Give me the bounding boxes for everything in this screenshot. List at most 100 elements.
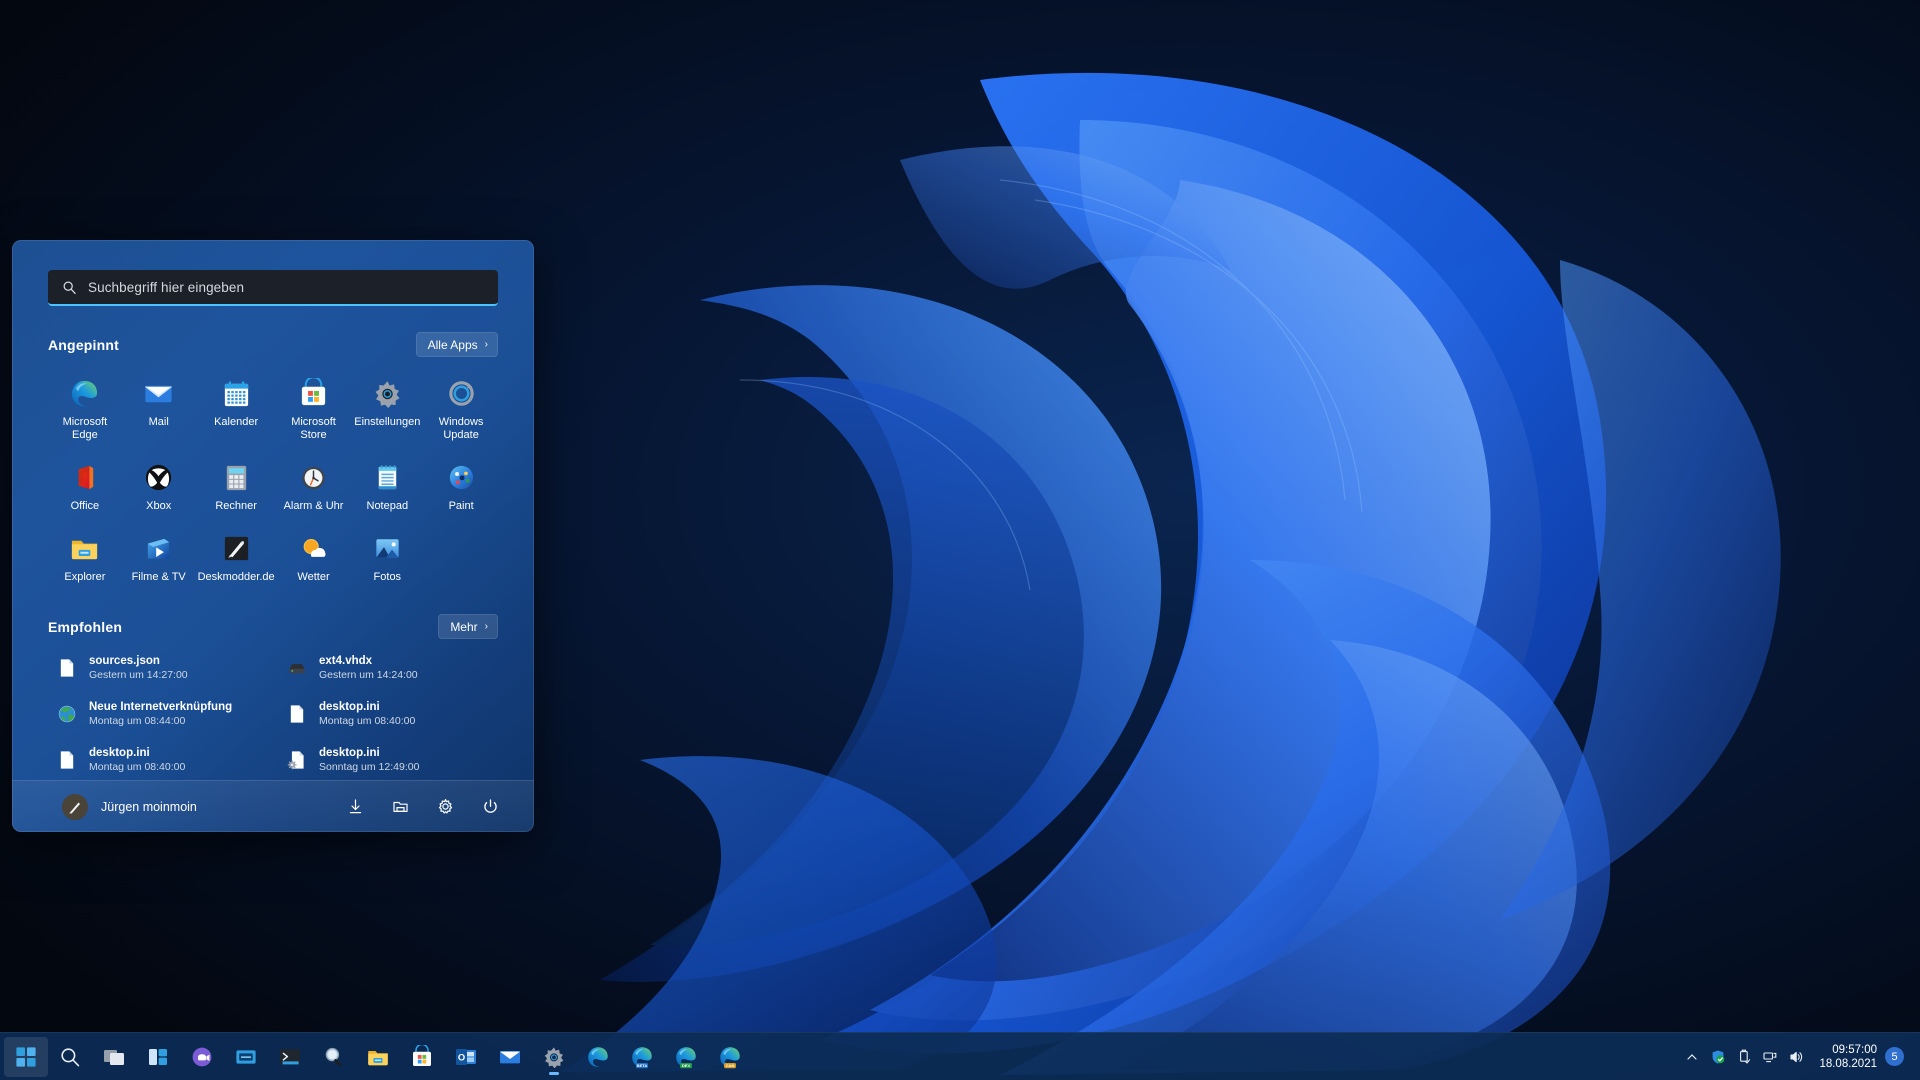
pinned-app-label: Windows Update <box>438 416 484 441</box>
folder-icon <box>69 533 100 564</box>
search-placeholder: Suchbegriff hier eingeben <box>88 279 245 295</box>
start-menu-body: Angepinnt Alle Apps › Microsoft Edge Mail… <box>12 306 534 780</box>
recommended-item-time: Gestern um 14:27:00 <box>89 669 188 681</box>
taskbar-microsoft-store-button[interactable] <box>400 1037 444 1077</box>
taskbar-task-view-button[interactable] <box>92 1037 136 1077</box>
recommended-item-time: Montag um 08:44:00 <box>89 715 186 727</box>
clock-time: 09:57:00 <box>1832 1043 1877 1056</box>
outlook-icon: O <box>454 1045 478 1069</box>
recommended-list: sources.json Gestern um 14:27:00 ext4.vhdx… <box>48 649 498 779</box>
windows-terminal-icon <box>278 1045 302 1069</box>
pinned-app-label: Wetter <box>297 571 330 583</box>
taskbar-edge-canary-button[interactable]: CAN <box>708 1037 752 1077</box>
taskbar-edge-dev-button[interactable]: DEV <box>664 1037 708 1077</box>
taskbar-teams-chat-button[interactable] <box>180 1037 224 1077</box>
pinned-app-microsoft-store[interactable]: Microsoft Store <box>277 371 351 448</box>
xbox-icon <box>143 462 174 493</box>
file-explorer-icon <box>366 1045 390 1069</box>
usb-eject-icon[interactable] <box>1731 1037 1757 1077</box>
chevron-right-icon: › <box>484 339 488 350</box>
notification-badge[interactable]: 5 <box>1885 1047 1904 1066</box>
user-name: Jürgen moinmoin <box>101 799 197 814</box>
svg-text:CAN: CAN <box>726 1063 735 1068</box>
taskbar-search-button[interactable] <box>48 1037 92 1077</box>
photos-icon <box>372 533 403 564</box>
pinned-app-einstellungen[interactable]: Einstellungen <box>350 371 424 448</box>
search-input[interactable]: Suchbegriff hier eingeben <box>48 270 498 306</box>
start-menu[interactable]: Suchbegriff hier eingeben Angepinnt Alle… <box>12 240 534 832</box>
recommended-item[interactable]: ext4.vhdx Gestern um 14:24:00 <box>278 649 498 687</box>
recommended-item-time: Montag um 08:40:00 <box>89 761 186 773</box>
taskbar-widgets-button[interactable] <box>136 1037 180 1077</box>
system-tray: 09:57:00 18.08.2021 5 <box>1679 1037 1920 1077</box>
taskbar-settings-gear-button[interactable] <box>532 1037 576 1077</box>
defender-shield-icon[interactable] <box>1705 1037 1731 1077</box>
edge-beta-icon: BETA <box>630 1045 654 1069</box>
pinned-app-notepad[interactable]: Notepad <box>350 455 424 519</box>
recommended-item[interactable]: desktop.ini Sonntag um 12:49:00 <box>278 741 498 779</box>
pinned-app-wetter[interactable]: Wetter <box>277 526 351 590</box>
pinned-app-kalender[interactable]: Kalender <box>196 371 277 448</box>
chevron-right-icon: › <box>484 621 488 632</box>
pinned-app-fotos[interactable]: Fotos <box>350 526 424 590</box>
paint-icon <box>446 462 477 493</box>
recommended-item[interactable]: sources.json Gestern um 14:27:00 <box>48 649 268 687</box>
pinned-app-label: Einstellungen <box>354 416 421 428</box>
volume-icon[interactable] <box>1783 1037 1809 1077</box>
taskbar-clock[interactable]: 09:57:00 18.08.2021 <box>1809 1043 1885 1071</box>
pinned-apps-grid: Microsoft Edge Mail Kalender Microsoft Stor… <box>48 371 498 590</box>
office-icon <box>69 462 100 493</box>
pinned-app-label: Filme & TV <box>131 571 186 583</box>
pinned-app-alarm-uhr[interactable]: Alarm & Uhr <box>277 455 351 519</box>
taskbar-mail-button[interactable] <box>488 1037 532 1077</box>
taskbar-edge-button[interactable] <box>576 1037 620 1077</box>
pinned-app-microsoft-edge[interactable]: Microsoft Edge <box>48 371 122 448</box>
taskbar-start-windows-button[interactable] <box>4 1036 48 1077</box>
calculator-icon <box>221 462 252 493</box>
recommended-item[interactable]: Neue Internetverknüpfung Montag um 08:44:… <box>48 695 268 733</box>
network-icon[interactable] <box>1757 1037 1783 1077</box>
pinned-app-filme-tv[interactable]: Filme & TV <box>122 526 196 590</box>
pinned-app-mail[interactable]: Mail <box>122 371 196 448</box>
pinned-header: Angepinnt Alle Apps › <box>48 332 498 357</box>
file-generic-icon <box>56 749 78 771</box>
pinned-app-label: Fotos <box>373 571 402 583</box>
edge-canary-icon: CAN <box>718 1045 742 1069</box>
taskbar-magnifier-tool-button[interactable] <box>312 1037 356 1077</box>
settings-gear-icon[interactable] <box>436 797 455 816</box>
windows-update-icon <box>446 378 477 409</box>
pinned-app-label: Paint <box>448 500 474 512</box>
taskbar[interactable]: O BETA DEV CAN 09:57:00 18.08.2021 5 <box>0 1032 1920 1080</box>
all-apps-button[interactable]: Alle Apps › <box>415 332 498 357</box>
taskbar-outlook-button[interactable]: O <box>444 1037 488 1077</box>
recommended-item-time: Gestern um 14:24:00 <box>319 669 418 681</box>
pinned-app-xbox[interactable]: Xbox <box>122 455 196 519</box>
more-button[interactable]: Mehr › <box>438 614 498 639</box>
pinned-app-label: Kalender <box>214 416 259 428</box>
file-generic-icon <box>286 703 308 725</box>
pinned-app-paint[interactable]: Paint <box>424 455 498 519</box>
taskbar-file-explorer-button[interactable] <box>356 1037 400 1077</box>
pinned-app-rechner[interactable]: Rechner <box>196 455 277 519</box>
recommended-item[interactable]: desktop.ini Montag um 08:40:00 <box>48 741 268 779</box>
movies-tv-icon <box>143 533 174 564</box>
svg-text:BETA: BETA <box>637 1063 648 1068</box>
taskbar-terminal-window-button[interactable] <box>224 1037 268 1077</box>
downloads-icon[interactable] <box>346 797 365 816</box>
chevron-up-icon[interactable] <box>1679 1037 1705 1077</box>
taskbar-edge-beta-button[interactable]: BETA <box>620 1037 664 1077</box>
user-account-button[interactable]: Jürgen moinmoin <box>62 793 197 820</box>
documents-folder-icon[interactable] <box>391 797 410 816</box>
pinned-app-label: Office <box>70 500 100 512</box>
power-icon[interactable] <box>481 797 500 816</box>
pinned-app-deskmodder-de[interactable]: Deskmodder.de <box>196 526 277 590</box>
pinned-app-windows-update[interactable]: Windows Update <box>424 371 498 448</box>
pinned-app-office[interactable]: Office <box>48 455 122 519</box>
recommended-item[interactable]: desktop.ini Montag um 08:40:00 <box>278 695 498 733</box>
taskbar-windows-terminal-button[interactable] <box>268 1037 312 1077</box>
mail-icon <box>498 1045 522 1069</box>
pinned-app-label: Deskmodder.de <box>197 571 275 583</box>
all-apps-label: Alle Apps <box>427 337 478 352</box>
recommended-item-name: desktop.ini <box>319 747 380 759</box>
pinned-app-explorer[interactable]: Explorer <box>48 526 122 590</box>
